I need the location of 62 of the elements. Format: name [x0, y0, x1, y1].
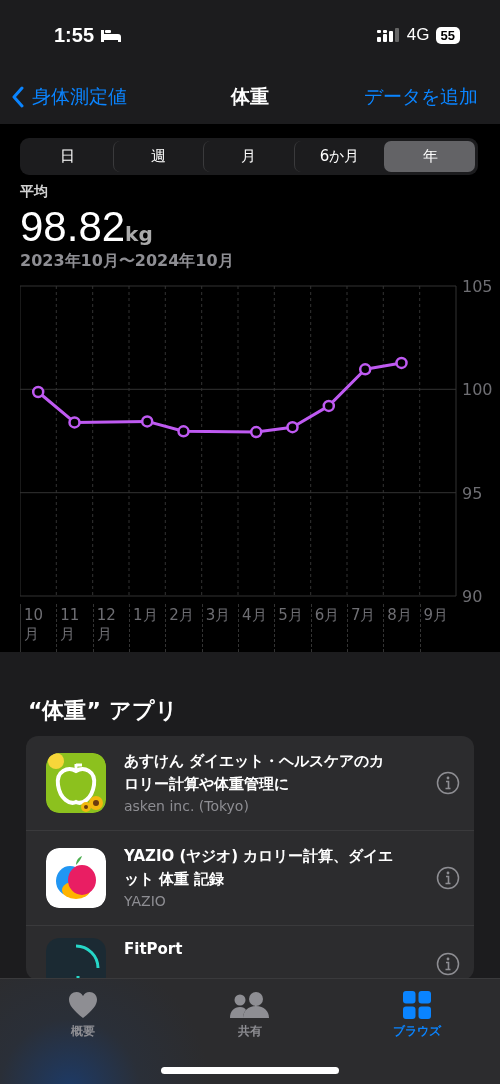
app-developer: asken inc. (Tokyo) — [124, 797, 250, 816]
network-label: 4G — [406, 25, 430, 45]
data-point — [31, 385, 45, 399]
info-icon[interactable] — [436, 771, 460, 795]
axis-label: 100 — [462, 380, 493, 400]
data-point — [177, 425, 190, 438]
axis-label: 7月 — [350, 606, 376, 624]
axis-label: 4月 — [241, 606, 267, 624]
people-icon[interactable] — [230, 991, 270, 1019]
axis-label: 5月 — [278, 606, 303, 624]
data-point — [68, 416, 81, 429]
axis-label: 6月 — [314, 606, 340, 624]
grid-icon[interactable] — [402, 991, 431, 1019]
tab-bar-item[interactable]: ブラウズ — [333, 979, 500, 1049]
signal-icon — [376, 28, 401, 42]
add-data-button[interactable]: データを追加 — [364, 84, 488, 110]
data-point — [358, 363, 372, 376]
section-title: “体重” アプリ — [28, 697, 179, 725]
axis-label: 1月 — [133, 606, 158, 624]
unit-label: kg — [125, 222, 153, 246]
axis-label: 8月 — [387, 606, 412, 624]
apple-icon — [46, 848, 106, 908]
axis-label: 90 — [462, 587, 483, 604]
average-label: 平均 — [20, 183, 49, 201]
date-range: 2023年10月〜2024年10月 — [20, 251, 235, 272]
back-chevron-icon — [12, 86, 24, 108]
info-icon[interactable] — [436, 952, 460, 976]
data-point — [322, 399, 336, 413]
axis-label: 105 — [462, 277, 493, 296]
heart-icon[interactable] — [68, 991, 99, 1019]
axis-label: 9月 — [423, 606, 449, 624]
data-point — [140, 415, 154, 428]
period-tab[interactable]: 週 — [112, 141, 204, 172]
axis-label: 3月 — [205, 606, 231, 624]
period-tab[interactable]: 年 — [384, 141, 475, 172]
info-icon[interactable] — [436, 866, 460, 890]
app-list-item[interactable]: あすけん ダイエット・ヘルスケアのカロリー計算や体重管理に asken inc. (Tokyo) — [26, 736, 474, 831]
app-name: FitPort — [124, 939, 184, 960]
data-point — [286, 420, 299, 434]
battery-indicator: 55 — [435, 26, 460, 44]
axis-label: 12月 — [96, 606, 116, 643]
tab-bar-item[interactable]: 共有 — [166, 979, 334, 1049]
axis-label: 11月 — [60, 606, 80, 643]
data-point — [395, 356, 408, 370]
axis-label: 2月 — [169, 606, 194, 624]
average-value: 98.82 — [20, 203, 126, 251]
gauge-icon — [46, 938, 106, 980]
app-name: あすけん ダイエット・ヘルスケアのカロリー計算や体重管理に — [124, 751, 386, 795]
period-tab[interactable]: 日 — [23, 141, 113, 172]
tab-bar-item[interactable]: 概要 — [0, 979, 167, 1049]
data-point — [249, 425, 263, 439]
back-button[interactable]: 身体測定値 — [12, 84, 127, 110]
app-name: YAZIO (ヤジオ) カロリー計算、ダイエット 体重 記録 — [124, 846, 394, 890]
apple-icon — [46, 753, 106, 813]
axis-label: 95 — [462, 483, 483, 503]
period-tab[interactable]: 月 — [203, 141, 294, 172]
app-list-item[interactable]: YAZIO (ヤジオ) カロリー計算、ダイエット 体重 記録 YAZIO — [26, 831, 474, 926]
bed-icon — [100, 28, 123, 42]
app-developer: YAZIO — [124, 892, 167, 911]
axis-label: 10月 — [24, 606, 44, 643]
status-time: 1:55 — [54, 23, 95, 47]
nav-title: 体重 — [231, 84, 269, 109]
